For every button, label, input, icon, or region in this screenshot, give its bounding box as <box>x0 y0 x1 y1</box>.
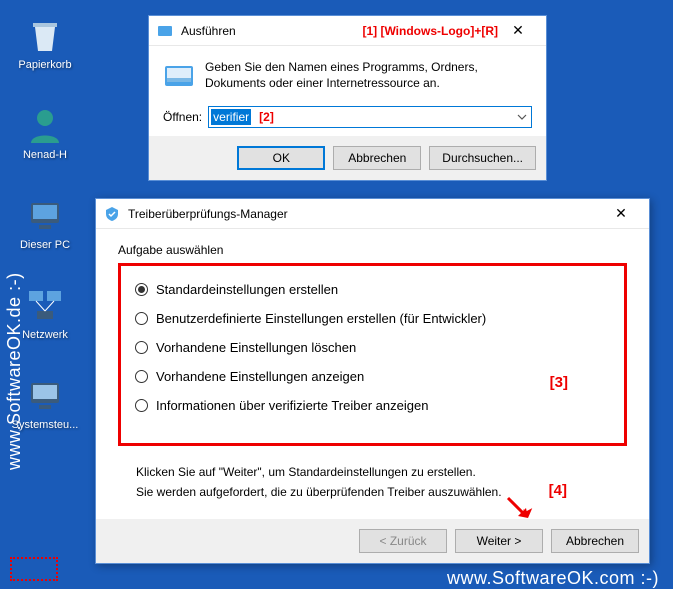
desktop-icon-label: Dieser PC <box>10 239 80 251</box>
verifier-dialog-buttons: < Zurück Weiter > Abbrechen <box>96 519 649 563</box>
back-button: < Zurück <box>359 529 447 553</box>
cancel-button[interactable]: Abbrechen <box>551 529 639 553</box>
radio-label: Benutzerdefinierte Einstellungen erstell… <box>156 311 486 326</box>
verifier-icon <box>104 206 120 222</box>
desktop-icon-user[interactable]: Nenad-H <box>10 105 80 161</box>
run-dialog: Ausführen [1] [Windows-Logo]+[R] ✕ Geben… <box>148 15 547 181</box>
desktop-icon-this-pc[interactable]: Dieser PC <box>10 195 80 251</box>
ok-button[interactable]: OK <box>237 146 325 170</box>
recycle-bin-icon <box>25 15 65 55</box>
user-folder-icon <box>25 105 65 145</box>
radio-option-show[interactable]: Vorhandene Einstellungen anzeigen <box>135 369 610 384</box>
annotation-1: [1] [Windows-Logo]+[R] <box>362 24 498 38</box>
instruction-line: Klicken Sie auf "Weiter", um Standardein… <box>136 462 627 482</box>
run-dialog-description: Geben Sie den Namen eines Programms, Ord… <box>205 60 532 92</box>
browse-button[interactable]: Durchsuchen... <box>429 146 536 170</box>
network-icon <box>25 285 65 325</box>
radio-icon <box>135 283 148 296</box>
desktop-icon-recycle-bin[interactable]: Papierkorb <box>10 15 80 71</box>
radio-icon <box>135 399 148 412</box>
run-icon <box>157 23 173 39</box>
run-dialog-title: Ausführen <box>181 24 354 38</box>
radio-icon <box>135 341 148 354</box>
radio-option-custom[interactable]: Benutzerdefinierte Einstellungen erstell… <box>135 311 610 326</box>
dropdown-icon[interactable] <box>515 110 529 124</box>
verifier-dialog-titlebar[interactable]: Treiberüberprüfungs-Manager ✕ <box>96 199 649 229</box>
run-prompt-icon <box>163 60 195 92</box>
options-group: Standardeinstellungen erstellen Benutzer… <box>118 263 627 446</box>
radio-label: Vorhandene Einstellungen löschen <box>156 340 356 355</box>
watermark-bottom: www.SoftwareOK.com :-) <box>447 568 659 589</box>
close-button[interactable]: ✕ <box>601 200 641 228</box>
close-button[interactable]: ✕ <box>498 17 538 45</box>
run-command-input[interactable]: verifier [2] <box>208 106 532 128</box>
verifier-dialog: Treiberüberprüfungs-Manager ✕ Aufgabe au… <box>95 198 650 564</box>
cancel-button[interactable]: Abbrechen <box>333 146 421 170</box>
radio-option-delete[interactable]: Vorhandene Einstellungen löschen <box>135 340 610 355</box>
radio-label: Informationen über verifizierte Treiber … <box>156 398 428 413</box>
watermark-left: www.SoftwareOK.de :-) <box>4 272 25 470</box>
radio-label: Standardeinstellungen erstellen <box>156 282 338 297</box>
radio-icon <box>135 370 148 383</box>
radio-option-info[interactable]: Informationen über verifizierte Treiber … <box>135 398 610 413</box>
run-input-value: verifier <box>211 109 251 125</box>
desktop-icon-label: Papierkorb <box>10 59 80 71</box>
annotation-4: [4] <box>549 482 567 499</box>
radio-option-standard[interactable]: Standardeinstellungen erstellen <box>135 282 610 297</box>
this-pc-icon <box>25 195 65 235</box>
run-dialog-buttons: OK Abbrechen Durchsuchen... <box>149 136 546 180</box>
desktop-icon-label: Nenad-H <box>10 149 80 161</box>
verifier-dialog-title: Treiberüberprüfungs-Manager <box>128 207 601 221</box>
radio-label: Vorhandene Einstellungen anzeigen <box>156 369 364 384</box>
annotation-2: [2] <box>259 110 274 124</box>
radio-icon <box>135 312 148 325</box>
open-label: Öffnen: <box>163 110 202 124</box>
run-dialog-titlebar[interactable]: Ausführen [1] [Windows-Logo]+[R] ✕ <box>149 16 546 46</box>
annotation-3: [3] <box>550 374 568 391</box>
selection-rect <box>10 557 58 581</box>
next-button[interactable]: Weiter > <box>455 529 543 553</box>
group-label: Aufgabe auswählen <box>118 243 627 257</box>
control-panel-icon <box>25 375 65 415</box>
